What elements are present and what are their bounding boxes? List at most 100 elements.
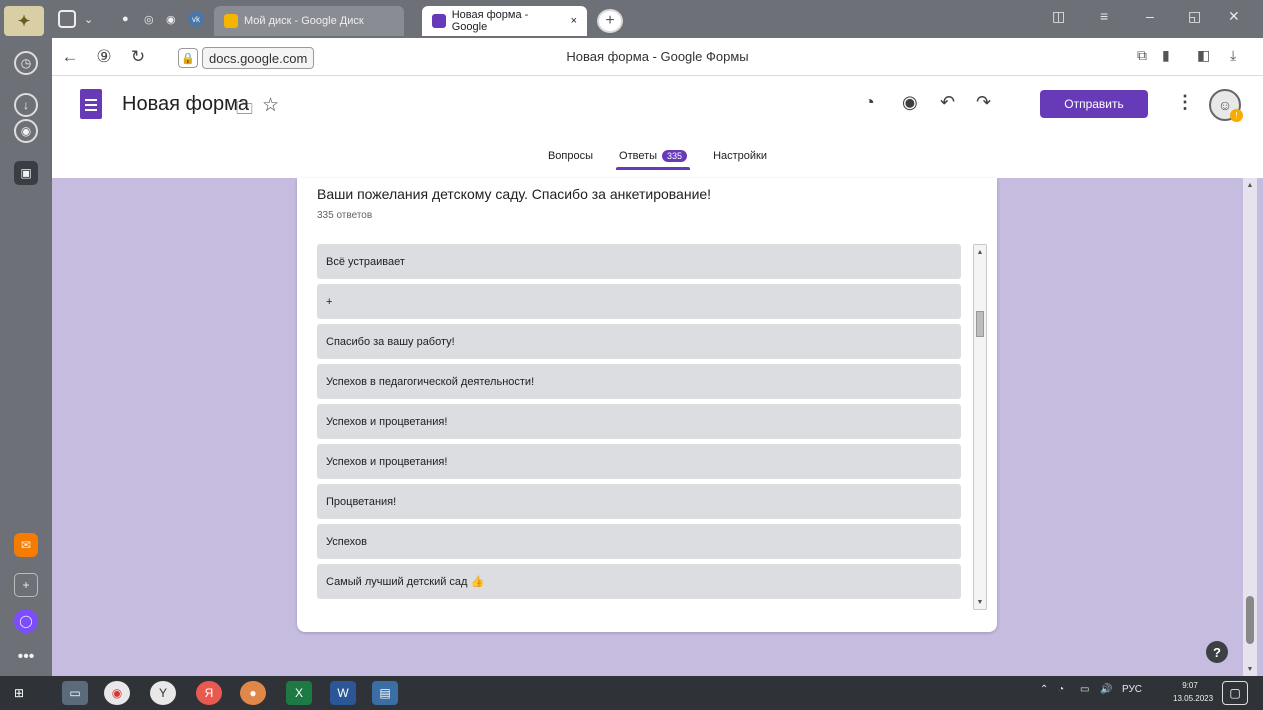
- responses-content: Ваши пожелания детскому саду. Спасибо за…: [52, 178, 1263, 676]
- page-scrollbar[interactable]: ▲ ▼: [1243, 178, 1257, 676]
- back-icon[interactable]: ←: [58, 45, 82, 69]
- tab-responses-label: Ответы: [619, 150, 658, 162]
- battery-icon[interactable]: ▭: [1080, 684, 1089, 695]
- extensions-icon[interactable]: ⧉: [1137, 47, 1147, 64]
- more-apps-icon[interactable]: •••: [6, 640, 46, 674]
- scroll-down-icon[interactable]: ▼: [1245, 664, 1255, 674]
- responses-count-badge: 335: [662, 150, 688, 162]
- tab-label: Новая форма - Google: [451, 9, 529, 33]
- taskbar: ⊞ ▭ ◉ Y Я ● X W ▤ ⌃ ◔ ▭ 🔊 РУС 9:07 13.05…: [0, 676, 1263, 710]
- bookmark-panel-icon[interactable]: ◉: [6, 114, 46, 148]
- tab-strip: ⌄ ● ◎ ◉ vk Мой диск - Google Диск Новая …: [52, 0, 1263, 38]
- excel-icon[interactable]: X: [286, 681, 312, 705]
- pinned-tab-icon[interactable]: ●: [122, 7, 129, 31]
- window-app-icon[interactable]: ▤: [372, 681, 398, 705]
- volume-icon[interactable]: 🔊: [1100, 684, 1112, 695]
- form-tabs: Вопросы Ответы 335 Настройки: [52, 150, 1263, 170]
- star-icon[interactable]: ☆: [262, 94, 279, 117]
- list-item: Процветания!: [317, 484, 961, 519]
- tab-settings-label: Настройки: [713, 150, 768, 162]
- url-field[interactable]: docs.google.com: [202, 47, 315, 69]
- more-vert-icon[interactable]: ⋮: [1176, 92, 1194, 113]
- google-drive-icon: [224, 14, 238, 28]
- scroll-up-icon[interactable]: ▲: [1245, 180, 1255, 190]
- start-icon[interactable]: ⊞: [6, 681, 32, 705]
- list-item: Успехов и процветания!: [317, 444, 961, 479]
- page-scroll-thumb[interactable]: [1246, 596, 1254, 644]
- response-count: 335 ответов: [317, 210, 373, 221]
- google-forms-icon: [432, 14, 446, 28]
- file-explorer-icon[interactable]: ▭: [62, 681, 88, 705]
- tab-close-icon[interactable]: ×: [571, 15, 577, 27]
- reader-icon[interactable]: ◧: [1197, 47, 1210, 64]
- tab-questions[interactable]: Вопросы: [545, 150, 596, 168]
- chevron-down-icon[interactable]: ⌄: [84, 7, 93, 31]
- restore-icon[interactable]: ◱: [1188, 8, 1201, 25]
- answers-scroll-thumb[interactable]: [976, 311, 984, 337]
- close-window-icon[interactable]: ✕: [1228, 8, 1240, 25]
- folder-icon[interactable]: 🗀: [236, 96, 253, 125]
- new-tab-button[interactable]: +: [597, 9, 623, 33]
- browser-side-panel: ✦ ◷ ↓ ◉ ▣ ✉ + ◯ •••: [0, 0, 52, 676]
- list-item: +: [317, 284, 961, 319]
- notification-badge-icon: !: [1230, 109, 1243, 122]
- browser-logo-icon[interactable]: ✦: [4, 6, 44, 36]
- tab-google-forms[interactable]: Новая форма - Google ×: [422, 6, 587, 36]
- bookmark-icon[interactable]: ▮: [1162, 47, 1170, 64]
- download-icon[interactable]: ⤓: [1230, 47, 1236, 64]
- history-icon[interactable]: ◷: [6, 46, 46, 80]
- clock[interactable]: 9:07 13.05.2023: [1173, 679, 1213, 705]
- list-item: Спасибо за вашу работу!: [317, 324, 961, 359]
- reload-icon[interactable]: ↻: [126, 45, 150, 69]
- address-bar: ← ⑨ ↻ 🔒 docs.google.com Новая форма - Go…: [52, 38, 1263, 76]
- tab-settings[interactable]: Настройки: [710, 150, 770, 168]
- tab-google-drive[interactable]: Мой диск - Google Диск: [214, 6, 404, 36]
- chrome-icon[interactable]: ◉: [104, 681, 130, 705]
- tab-label: Мой диск - Google Диск: [244, 15, 364, 27]
- pinned-tab-icon[interactable]: ◎: [144, 7, 154, 31]
- tab-menu-icon[interactable]: [58, 7, 76, 31]
- network-icon[interactable]: ◔: [1058, 684, 1064, 695]
- forms-header: Новая форма 🗀 ☆ ◔ ◉ ↶ ↷ Отправить ⋮ ☺! В…: [52, 76, 1263, 178]
- tab-questions-label: Вопросы: [547, 150, 594, 162]
- pinned-tab-icon[interactable]: ◉: [166, 7, 176, 31]
- palette-icon[interactable]: ◔: [864, 92, 875, 113]
- yandex-icon[interactable]: Я: [196, 681, 222, 705]
- mail-app-icon[interactable]: ✉: [6, 528, 46, 562]
- list-item: Всё устраивает: [317, 244, 961, 279]
- scroll-up-icon[interactable]: ▲: [975, 246, 985, 258]
- undo-icon[interactable]: ↶: [940, 92, 955, 113]
- notifications-icon[interactable]: ▢: [1222, 681, 1248, 705]
- list-item: Успехов в педагогической деятельности!: [317, 364, 961, 399]
- yandex-icon[interactable]: ⑨: [92, 45, 116, 69]
- scroll-down-icon[interactable]: ▼: [975, 596, 985, 608]
- list-item: Успехов и процветания!: [317, 404, 961, 439]
- tab-responses[interactable]: Ответы 335: [616, 150, 691, 170]
- form-title[interactable]: Новая форма: [122, 93, 249, 116]
- answers-list[interactable]: Всё устраивает + Спасибо за вашу работу!…: [317, 244, 961, 610]
- list-item: Самый лучший детский сад 👍: [317, 564, 961, 599]
- language-indicator[interactable]: РУС: [1122, 684, 1142, 695]
- help-button[interactable]: ?: [1206, 641, 1228, 663]
- alice-assistant-icon[interactable]: ◯: [6, 604, 46, 638]
- eye-icon[interactable]: ◉: [902, 92, 918, 113]
- answers-scrollbar[interactable]: ▲ ▼: [973, 244, 987, 610]
- menu-icon[interactable]: ≡: [1100, 8, 1108, 24]
- collections-icon[interactable]: ◫: [1052, 8, 1065, 25]
- google-forms-logo-icon[interactable]: [80, 89, 102, 119]
- clock-time: 9:07: [1182, 681, 1198, 690]
- yandex-browser-icon[interactable]: Y: [150, 681, 176, 705]
- avatar[interactable]: ☺!: [1209, 89, 1243, 122]
- minimize-icon[interactable]: –: [1146, 8, 1154, 24]
- word-icon[interactable]: W: [330, 681, 356, 705]
- tray-expand-icon[interactable]: ⌃: [1040, 684, 1048, 695]
- list-item: Успехов: [317, 524, 961, 559]
- send-button[interactable]: Отправить: [1040, 90, 1148, 118]
- redo-icon[interactable]: ↷: [976, 92, 991, 113]
- question-title: Ваши пожелания детскому саду. Спасибо за…: [317, 186, 712, 202]
- vk-icon[interactable]: vk: [188, 7, 204, 31]
- sidebar-app-icon[interactable]: ▣: [6, 156, 46, 190]
- add-app-icon[interactable]: +: [6, 568, 46, 602]
- lock-icon[interactable]: 🔒: [178, 48, 198, 68]
- app-icon[interactable]: ●: [240, 681, 266, 705]
